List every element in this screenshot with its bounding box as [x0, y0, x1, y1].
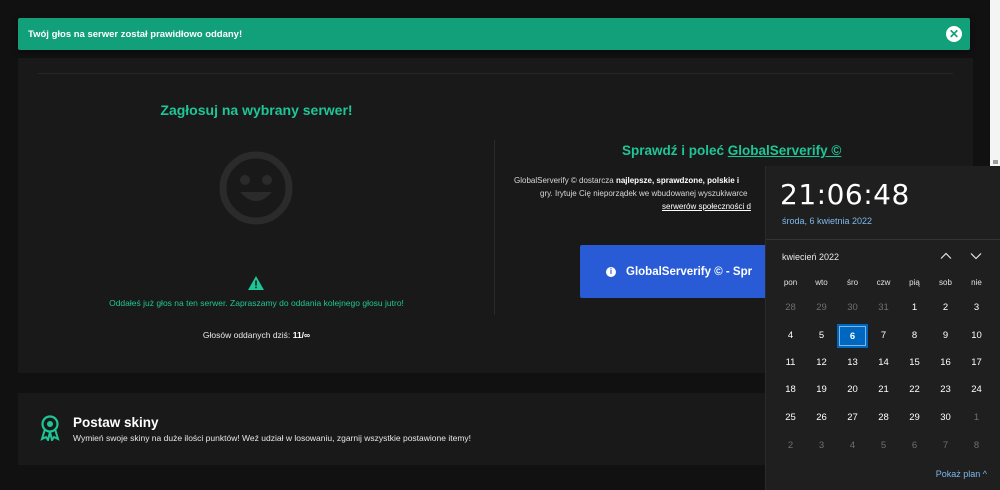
- calendar-day[interactable]: 5: [868, 434, 899, 458]
- calendar-day[interactable]: 30: [930, 406, 961, 430]
- close-icon[interactable]: ✕: [946, 26, 962, 42]
- weekday-header: wto: [815, 278, 828, 287]
- weekday-header: czw: [876, 278, 891, 287]
- skins-title: Postaw skiny: [73, 415, 159, 430]
- scrollbar-thumb[interactable]: [993, 160, 998, 164]
- promo-line-1: GlobalServerify © dostarcza najlepsze, s…: [514, 176, 739, 185]
- calendar-day[interactable]: 28: [775, 296, 806, 320]
- chevron-up-small-icon: ^: [982, 469, 987, 479]
- promo-title-link[interactable]: GlobalServerify ©: [728, 143, 842, 158]
- flyout-divider: [766, 239, 1000, 240]
- calendar-day[interactable]: 12: [806, 351, 837, 375]
- calendar-day[interactable]: 26: [806, 406, 837, 430]
- toast-message: Twój głos na serwer został prawidłowo od…: [28, 28, 243, 40]
- weekday-header: sob: [939, 278, 952, 287]
- calendar-day[interactable]: 7: [868, 324, 899, 348]
- calendar-day[interactable]: 16: [930, 351, 961, 375]
- globalserverify-button[interactable]: i GlobalServerify © - Spr: [580, 245, 780, 298]
- calendar-day[interactable]: 2: [775, 434, 806, 458]
- promo-community-link[interactable]: serwerów społeczności d: [662, 202, 751, 211]
- calendar-day[interactable]: 14: [868, 351, 899, 375]
- calendar-day[interactable]: 1: [899, 296, 930, 320]
- vote-title: Zagłosuj na wybrany serwer!: [160, 102, 353, 118]
- promo-line-1-text: GlobalServerify © dostarcza: [514, 176, 614, 185]
- calendar-day[interactable]: 13: [837, 351, 868, 375]
- weekday-header: pon: [783, 278, 798, 287]
- info-circle-icon: i: [606, 266, 616, 277]
- calendar-day[interactable]: 25: [775, 406, 806, 430]
- skins-description: Wymień swoje skiny na duże ilości punktó…: [73, 433, 472, 443]
- calendar-day-today[interactable]: 6: [837, 324, 868, 348]
- calendar-day[interactable]: 4: [837, 434, 868, 458]
- calendar-day[interactable]: 2: [930, 296, 961, 320]
- award-ribbon-icon: [40, 415, 60, 441]
- calendar-day[interactable]: 1: [961, 406, 992, 430]
- weekday-header: pią: [909, 278, 920, 287]
- promo-line-2: gry. Irytuje Cię nieporządek we wbudowan…: [540, 189, 748, 198]
- calendar-day[interactable]: 19: [806, 378, 837, 402]
- calendar-day[interactable]: 23: [930, 378, 961, 402]
- calendar-day[interactable]: 30: [837, 296, 868, 320]
- promo-line-3: serwerów społeczności d: [662, 202, 751, 211]
- weekday-header: nie: [971, 278, 982, 287]
- clock-date[interactable]: środa, 6 kwietnia 2022: [782, 216, 872, 226]
- calendar-day[interactable]: 8: [961, 434, 992, 458]
- calendar-day[interactable]: 3: [961, 296, 992, 320]
- calendar-day[interactable]: 29: [899, 406, 930, 430]
- chevron-up-icon[interactable]: [938, 248, 954, 264]
- column-divider: [494, 140, 495, 315]
- calendar-day[interactable]: 31: [868, 296, 899, 320]
- votes-today-label: Głosów oddanych dziś:: [202, 330, 291, 340]
- promo-line-1-bold: najlepsze, sprawdzone, polskie i: [615, 176, 740, 185]
- calendar-day[interactable]: 27: [837, 406, 868, 430]
- show-plan-link[interactable]: Pokaż plan ^: [936, 469, 987, 479]
- smiley-icon: [219, 151, 293, 225]
- calendar-day[interactable]: 15: [899, 351, 930, 375]
- calendar-day[interactable]: 4: [775, 324, 806, 348]
- chevron-down-icon[interactable]: [968, 248, 984, 264]
- show-plan-label: Pokaż plan: [935, 469, 981, 479]
- globalserverify-button-label: GlobalServerify © - Spr: [626, 265, 753, 278]
- clock-time: 21:06:48: [780, 178, 910, 211]
- calendar-day[interactable]: 20: [837, 378, 868, 402]
- calendar-day[interactable]: 18: [775, 378, 806, 402]
- votes-today-value: 11/∞: [292, 330, 311, 340]
- calendar-day[interactable]: 29: [806, 296, 837, 320]
- weekday-header: śro: [846, 278, 859, 287]
- warning-icon: [248, 276, 264, 290]
- promo-title: Sprawdź i poleć GlobalServerify ©: [622, 143, 841, 158]
- already-voted-message: Oddałeś już głos na ten serwer. Zaprasza…: [109, 298, 404, 308]
- calendar-day[interactable]: 21: [868, 378, 899, 402]
- panel-divider: [38, 73, 953, 74]
- calendar-day[interactable]: 24: [961, 378, 992, 402]
- success-toast: Twój głos na serwer został prawidłowo od…: [18, 18, 970, 50]
- calendar-day[interactable]: 9: [930, 324, 961, 348]
- calendar-day[interactable]: 5: [806, 324, 837, 348]
- calendar-day[interactable]: 17: [961, 351, 992, 375]
- calendar-day[interactable]: 22: [899, 378, 930, 402]
- calendar-day[interactable]: 11: [775, 351, 806, 375]
- clock-calendar-flyout: 21:06:48 środa, 6 kwietnia 2022 kwiecień…: [765, 166, 1000, 490]
- calendar-day[interactable]: 8: [899, 324, 930, 348]
- calendar-day[interactable]: 7: [930, 434, 961, 458]
- calendar-month-label[interactable]: kwiecień 2022: [782, 252, 839, 262]
- calendar-day[interactable]: 28: [868, 406, 899, 430]
- calendar-day[interactable]: 3: [806, 434, 837, 458]
- calendar-day[interactable]: 6: [899, 434, 930, 458]
- promo-title-prefix: Sprawdź i poleć: [622, 143, 725, 158]
- votes-today: Głosów oddanych dziś: 11/∞: [18, 330, 495, 340]
- calendar-day[interactable]: 10: [961, 324, 992, 348]
